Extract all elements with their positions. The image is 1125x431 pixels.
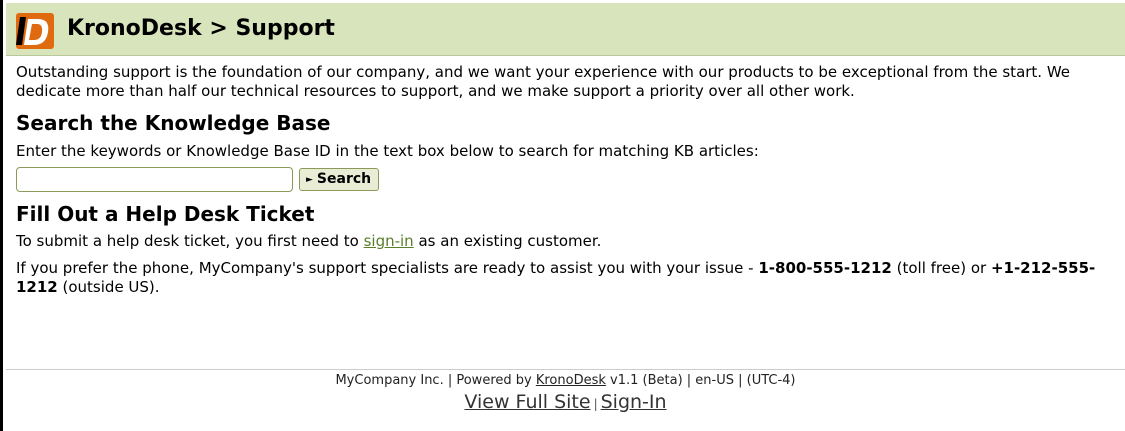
kb-instructions: Enter the keywords or Knowledge Base ID … (16, 142, 759, 160)
footer-links: View Full Site | Sign-In (6, 391, 1125, 415)
phone-toll-free: 1-800-555-1212 (758, 259, 892, 277)
footer-info: MyCompany Inc. | Powered by KronoDesk v1… (6, 373, 1125, 389)
triangle-right-icon: ► (306, 175, 313, 185)
search-button[interactable]: ► Search (299, 168, 380, 191)
footer-text-after: v1.1 (Beta) | en-US | (UTC-4) (605, 373, 796, 388)
phone-text-2: (toll free) or (891, 259, 991, 277)
footer-separator: | (593, 397, 598, 411)
page-title: KronoDesk > Support (67, 16, 335, 41)
kb-search-form: ► Search (16, 167, 1114, 193)
kronodesk-logo-icon (16, 13, 54, 49)
kb-heading: Search the Knowledge Base (16, 111, 331, 135)
search-button-label: Search (316, 171, 372, 187)
ticket-heading: Fill Out a Help Desk Ticket (16, 202, 315, 226)
view-full-site-link[interactable]: View Full Site (464, 391, 590, 413)
ticket-text-before: To submit a help desk ticket, you first … (16, 232, 364, 250)
page: KronoDesk > Support Outstanding support … (0, 0, 1125, 431)
footer-text-before: MyCompany Inc. | Powered by (335, 373, 536, 388)
phone-text-3: (outside US). (57, 278, 160, 296)
kronodesk-link[interactable]: KronoDesk (536, 373, 606, 388)
main-content: Outstanding support is the foundation of… (16, 63, 1114, 297)
header-bar: KronoDesk > Support (6, 3, 1125, 56)
signin-link[interactable]: sign-in (364, 232, 414, 250)
ticket-text-after: as an existing customer. (413, 232, 602, 250)
phone-support-text: If you prefer the phone, MyCompany's sup… (16, 259, 1114, 297)
intro-paragraph: Outstanding support is the foundation of… (16, 63, 1071, 100)
footer-signin-link[interactable]: Sign-In (601, 391, 667, 413)
footer: MyCompany Inc. | Powered by KronoDesk v1… (6, 369, 1125, 415)
kb-search-input[interactable] (16, 167, 293, 192)
phone-text-1: If you prefer the phone, MyCompany's sup… (16, 259, 759, 277)
ticket-instructions: To submit a help desk ticket, you first … (16, 232, 1114, 251)
